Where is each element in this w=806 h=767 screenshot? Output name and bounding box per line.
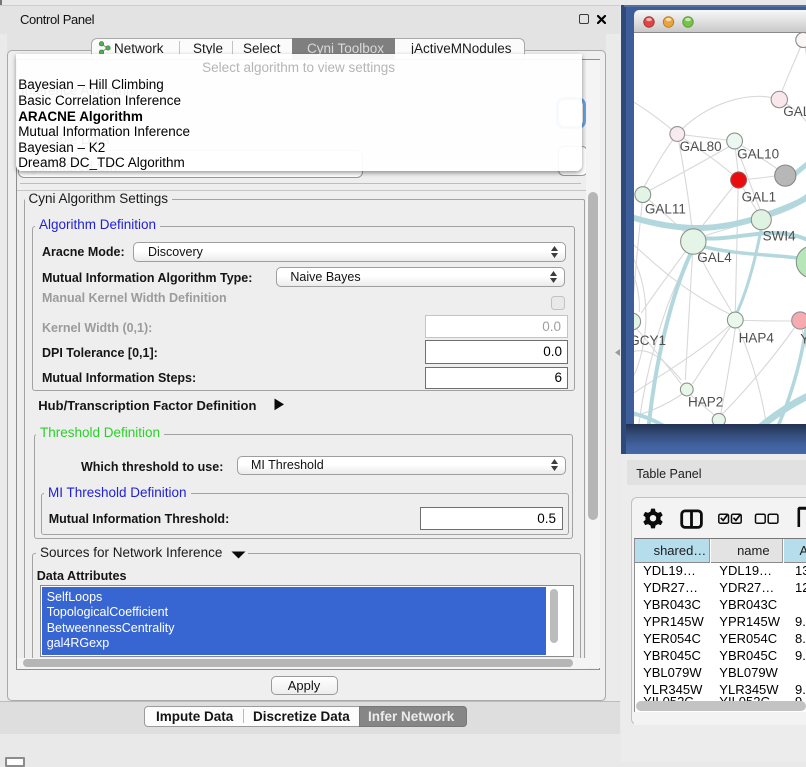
- svg-text:GAL80: GAL80: [679, 139, 721, 154]
- svg-text:GAL11: GAL11: [645, 202, 686, 217]
- svg-text:Y: Y: [800, 331, 806, 346]
- svg-text:GAL7: GAL7: [783, 104, 806, 119]
- svg-text:SWI4: SWI4: [762, 228, 795, 243]
- svg-text:GAL4: GAL4: [697, 250, 732, 265]
- svg-text:GAL10: GAL10: [737, 146, 779, 161]
- svg-text:HAP4: HAP4: [738, 330, 774, 345]
- svg-text:HAP2: HAP2: [688, 394, 723, 409]
- svg-text:GAL1: GAL1: [741, 190, 775, 205]
- svg-text:GCY1: GCY1: [634, 333, 666, 348]
